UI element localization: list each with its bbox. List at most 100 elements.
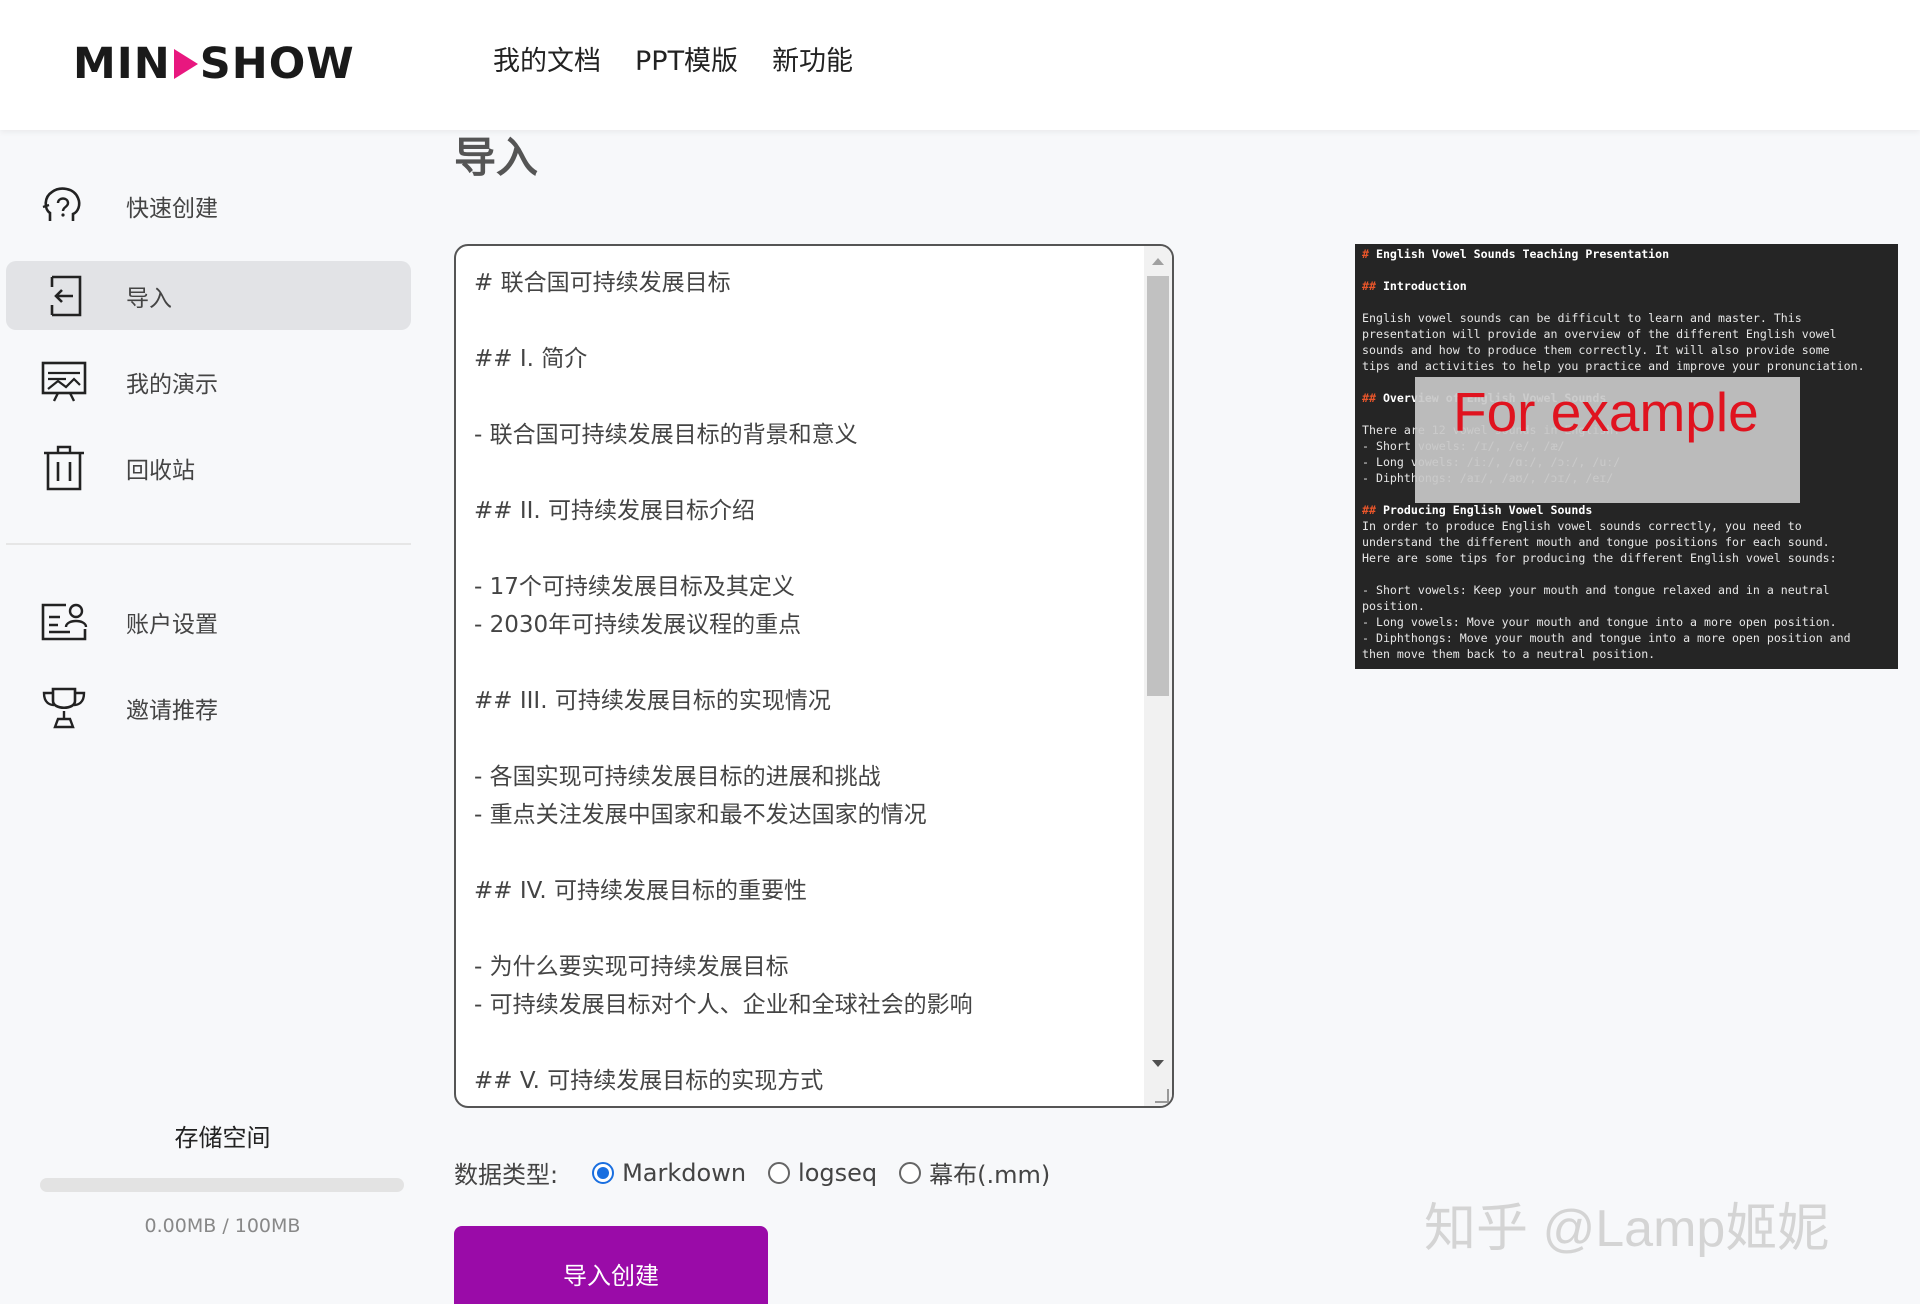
example-line-text: Producing English Vowel Sounds <box>1375 503 1593 517</box>
editor-line: ## III. 可持续发展目标的实现情况 <box>474 688 831 714</box>
trash-icon <box>44 445 84 491</box>
markdown-heading-mark: # <box>1362 247 1369 261</box>
example-line: sounds and how to produce them correctly… <box>1362 342 1898 358</box>
sidebar: 快速创建 导入 我的演示 回收站 账户设置 邀请推荐 存储空间 0.00MB /… <box>0 130 420 1304</box>
sidebar-item-label: 账户设置 <box>126 611 218 638</box>
radio-label: Markdown <box>622 1158 747 1187</box>
sidebar-item-my-presentations[interactable]: 我的演示 <box>6 347 411 416</box>
import-create-button[interactable]: 导入创建 <box>454 1226 768 1304</box>
example-line: ## Introduction <box>1362 278 1898 294</box>
sidebar-item-label: 导入 <box>126 285 172 312</box>
radio-markdown[interactable]: Markdown <box>592 1159 746 1187</box>
trophy-icon <box>42 687 86 729</box>
example-line <box>1362 262 1898 278</box>
sidebar-item-recycle-bin[interactable]: 回收站 <box>6 433 411 502</box>
editor-line: ## IV. 可持续发展目标的重要性 <box>474 878 808 904</box>
editor-line: - 重点关注发展中国家和最不发达国家的情况 <box>474 802 927 828</box>
scroll-up-arrow-icon[interactable] <box>1152 258 1164 265</box>
radio-dot[interactable] <box>592 1161 615 1184</box>
radio-label: logseq <box>798 1158 878 1187</box>
markdown-heading-mark: ## <box>1362 391 1376 405</box>
nav-ppt-templates[interactable]: PPT模版 <box>635 44 738 80</box>
example-line-text: In order to produce English vowel sounds… <box>1362 519 1802 533</box>
editor-line: - 为什么要实现可持续发展目标 <box>474 954 789 980</box>
editor-line: - 联合国可持续发展目标的背景和意义 <box>474 422 858 448</box>
example-line-text: presentation will provide an overview of… <box>1362 327 1837 341</box>
example-overlay-text: For example <box>1453 381 1759 443</box>
logo-play-icon <box>173 49 198 79</box>
sidebar-item-label: 我的演示 <box>126 371 218 398</box>
example-line-text: Here are some tips for producing the dif… <box>1362 551 1837 565</box>
editor-line: - 17个可持续发展目标及其定义 <box>474 574 795 600</box>
example-line <box>1362 566 1898 582</box>
page-title: 导入 <box>454 133 539 182</box>
mindshow-logo[interactable]: MIN SHOW <box>73 38 355 90</box>
example-line-text: Introduction <box>1375 279 1467 293</box>
nav-new-features[interactable]: 新功能 <box>772 44 853 80</box>
radio-mubu[interactable]: 幕布(.mm) <box>899 1155 1050 1190</box>
logo-text-right: SHOW <box>199 39 355 89</box>
example-line-text: tips and activities to help you practice… <box>1362 359 1865 373</box>
sidebar-item-invite[interactable]: 邀请推荐 <box>6 673 411 742</box>
radio-logseq[interactable]: logseq <box>768 1159 877 1187</box>
example-line-text: English vowel sounds can be difficult to… <box>1362 311 1802 325</box>
brain-idea-icon <box>42 187 81 221</box>
example-line-text: English Vowel Sounds Teaching Presentati… <box>1368 247 1670 261</box>
sidebar-item-quick-create[interactable]: 快速创建 <box>6 171 411 240</box>
example-line: In order to produce English vowel sounds… <box>1362 518 1898 534</box>
editor-content[interactable]: # 联合国可持续发展目标 ## I. 简介 - 联合国可持续发展目标的背景和意义 ##… <box>474 264 1134 1100</box>
example-line: - Short vowels: Keep your mouth and tong… <box>1362 582 1898 598</box>
example-line: ## Producing English Vowel Sounds <box>1362 502 1898 518</box>
editor-line: # 联合国可持续发展目标 <box>474 270 731 296</box>
sidebar-item-label: 快速创建 <box>126 195 218 222</box>
example-line: then move them back to a neutral positio… <box>1362 646 1898 662</box>
storage-progress-bar <box>40 1178 404 1192</box>
radio-dot[interactable] <box>768 1161 791 1184</box>
example-line: position. <box>1362 598 1898 614</box>
example-line: English vowel sounds can be difficult to… <box>1362 310 1898 326</box>
data-type-selector: 数据类型: Markdown logseq 幕布(.mm) <box>454 1155 1072 1190</box>
example-line: - Long vowels: Move your mouth and tongu… <box>1362 614 1898 630</box>
radio-dot[interactable] <box>899 1161 922 1184</box>
example-line-text: - Diphthongs: Move your mouth and tongue… <box>1362 631 1851 645</box>
radio-label: 幕布(.mm) <box>929 1161 1051 1189</box>
editor-line: ## II. 可持续发展目标介绍 <box>474 498 756 524</box>
example-line-text: - Long vowels: Move your mouth and tongu… <box>1362 615 1837 629</box>
example-line: # English Vowel Sounds Teaching Presenta… <box>1362 246 1898 262</box>
markdown-editor[interactable]: # 联合国可持续发展目标 ## I. 简介 - 联合国可持续发展目标的背景和意义 ##… <box>454 244 1174 1108</box>
example-line: understand the different mouth and tongu… <box>1362 534 1898 550</box>
sidebar-item-import[interactable]: 导入 <box>6 261 411 330</box>
example-preview: # English Vowel Sounds Teaching Presenta… <box>1355 244 1898 669</box>
example-line: Here are some tips for producing the dif… <box>1362 550 1898 566</box>
storage-usage-text: 0.00MB / 100MB <box>144 1215 301 1237</box>
sidebar-item-account-settings[interactable]: 账户设置 <box>6 587 411 656</box>
presentation-icon <box>41 361 87 402</box>
example-line-text: sounds and how to produce them correctly… <box>1362 343 1830 357</box>
top-header: MIN SHOW 我的文档 PPT模版 新功能 <box>0 0 1920 130</box>
editor-scrollbar[interactable] <box>1144 246 1172 1106</box>
import-icon <box>50 275 82 317</box>
resize-grip-icon[interactable] <box>1155 1089 1169 1103</box>
editor-line: - 可持续发展目标对个人、企业和全球社会的影响 <box>474 992 973 1018</box>
example-line: presentation will provide an overview of… <box>1362 326 1898 342</box>
scroll-down-arrow-icon[interactable] <box>1152 1060 1164 1067</box>
example-line: - Diphthongs: Move your mouth and tongue… <box>1362 630 1898 646</box>
editor-line: ## I. 简介 <box>474 346 588 372</box>
example-line: tips and activities to help you practice… <box>1362 358 1898 374</box>
logo-text-left: MIN <box>73 39 171 89</box>
sidebar-divider <box>6 543 411 545</box>
example-line-text: then move them back to a neutral positio… <box>1362 647 1656 661</box>
editor-line: ## V. 可持续发展目标的实现方式 <box>474 1068 824 1094</box>
scroll-thumb[interactable] <box>1147 276 1169 696</box>
data-type-label: 数据类型: <box>454 1161 559 1189</box>
nav-my-documents[interactable]: 我的文档 <box>493 44 601 80</box>
